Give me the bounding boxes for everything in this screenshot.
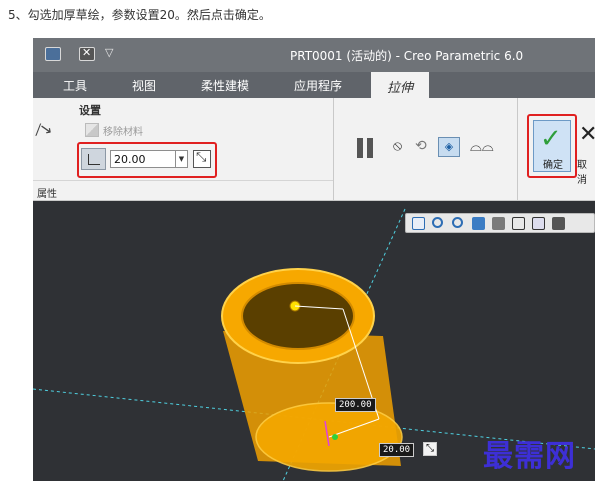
instruction-caption: 5、勾选加厚草绘，参数设置20。然后点击确定。 <box>8 8 271 22</box>
tab-applications[interactable]: 应用程序 <box>294 77 342 94</box>
ribbon-tabs: 工具 视图 柔性建模 应用程序 拉伸 <box>33 72 595 98</box>
ribbon-separator <box>333 98 334 201</box>
cylinder-hole <box>241 282 355 350</box>
dimension-height[interactable]: 200.00 <box>335 398 376 412</box>
glasses-icon[interactable]: ⌓⌓ <box>470 137 494 155</box>
extrude-ribbon: ⁄↘ 设置 移除材料 ▼ 属性 ⦸ ⟲ ◈ ⌓⌓ ✓ 确定 ✕ 取消 <box>33 98 595 201</box>
quick-access-chevron-icon[interactable]: ▽ <box>105 46 113 59</box>
watermark: 最需网 <box>483 439 576 474</box>
ribbon-separator <box>517 98 518 201</box>
properties-row: 属性 <box>33 180 333 200</box>
creo-window: ▽ PRT0001 (活动的) - Creo Parametric 6.0 工具… <box>33 38 595 481</box>
window-title: PRT0001 (活动的) - Creo Parametric 6.0 <box>290 49 524 63</box>
title-bar: ▽ PRT0001 (活动的) - Creo Parametric 6.0 <box>33 38 595 72</box>
tab-view[interactable]: 视图 <box>132 77 156 94</box>
remove-material-button[interactable]: 移除材料 <box>85 123 143 138</box>
feature-preview-icon[interactable]: ⟲ <box>415 138 427 154</box>
graphics-viewport[interactable]: 200.00 20.00 20.00 ⤡ 最需网 <box>33 201 595 481</box>
drag-handle[interactable] <box>332 434 338 440</box>
highlight-box-thickness <box>77 142 217 178</box>
taper-icon[interactable]: ⁄↘ <box>36 119 54 139</box>
cancel-label[interactable]: 取消 <box>577 156 595 186</box>
no-preview-icon[interactable]: ⦸ <box>393 138 402 154</box>
verify-icon[interactable]: ◈ <box>438 137 460 157</box>
flip-thickness-icon[interactable]: ⤡ <box>423 442 437 456</box>
pause-icon[interactable] <box>357 138 377 158</box>
app-icon[interactable] <box>45 47 61 61</box>
cancel-icon[interactable]: ✕ <box>579 122 595 147</box>
tab-flexible-modeling[interactable]: 柔性建模 <box>201 77 249 94</box>
close-window-icon[interactable] <box>79 46 95 61</box>
settings-group-title: 设置 <box>79 104 101 117</box>
dimension-thickness[interactable]: 20.00 <box>379 443 415 457</box>
tab-extrude[interactable]: 拉伸 <box>371 72 430 98</box>
highlight-box-ok <box>527 114 577 178</box>
tab-tools[interactable]: 工具 <box>63 77 87 94</box>
properties-label[interactable]: 属性 <box>37 185 57 200</box>
